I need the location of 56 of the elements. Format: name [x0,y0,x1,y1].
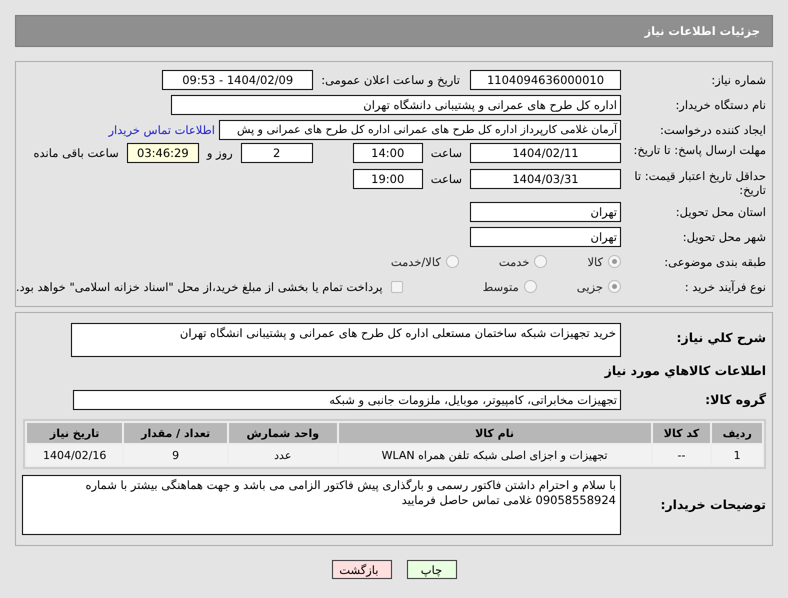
checkbox[interactable] [390,280,403,292]
print-button[interactable]: چاپ [406,560,456,579]
field-label: استان محل تحویل: [674,204,766,218]
radio-option[interactable]: خدمت [498,254,548,268]
column-header: کد کالا [652,423,710,443]
field-label: تاریخ و ساعت اعلان عمومی: [321,72,460,86]
province-field: تهران [470,202,621,222]
deadline-date-field: 1404/02/11 [470,143,621,163]
city-field: تهران [470,226,621,246]
column-header: نام کالا [338,423,651,443]
time-label: ساعت [430,171,462,188]
field-label: شرح کلي نیاز: [676,331,766,345]
table-cell: -- [652,445,710,465]
field-label: ایجاد کننده درخواست: [659,122,766,136]
field-label: شهر محل تحویل: [682,230,766,244]
remaining-label: ساعت باقی مانده [34,145,119,162]
time-label: ساعت [430,145,462,162]
radio-option[interactable]: کالا/خدمت [390,254,459,268]
column-header: تاریخ نیاز [27,423,122,443]
buyer-field: اداره کل طرح های عمرانی و پشتیبانی دانشگاه تهران [171,94,621,114]
description-textarea[interactable]: خرید تجهیزات شبکه ساختمان مستعلی اداره کل طرح های عمرانی و پشتیبانی انشگاه تهران [71,323,621,357]
days-label: روز و [206,145,233,162]
column-header: تعداد / مقدار [124,423,228,443]
table-cell: 9 [124,445,228,465]
buyer-contact-link[interactable]: اطلاعات تماس خریدار [108,122,215,136]
field-label: مهلت ارسال پاسخ: تا تاریخ: [632,143,766,157]
days-field: 2 [240,143,313,163]
validity-time-field: 19:00 [352,169,423,189]
field-label: حداقل تاریخ اعتبار قیمت: تا تاریخ: [633,169,766,197]
creator-field: آرمان غلامی کارپرداز اداره کل طرح های عمرانی اداره کل طرح های عمرانی و پش [219,120,621,140]
field-label: شماره نیاز: [710,72,766,86]
field-label: گروه کالا: [704,392,766,406]
page-header: جزئیات اطلاعات نیاز [15,15,773,47]
table-cell: عدد [229,445,337,465]
announce-date-field: 1404/02/09 - 09:53 [162,70,314,90]
radio-option[interactable]: جزیی [576,280,621,294]
deadline-time-field: 14:00 [352,143,423,163]
field-label: نوع فرآیند خرید : [684,280,766,294]
section-heading: اطلاعات کالاهاي مورد نیاز [603,363,766,378]
field-label: نام دستگاه خریدار: [674,98,766,112]
radio-option[interactable]: متوسط [482,280,537,294]
table-cell: 1404/02/16 [27,445,122,465]
need-number-field: 1104094636000010 [470,70,621,90]
back-button[interactable]: بازگشت [332,560,392,579]
checkbox-label: پرداخت تمام یا بخشی از مبلغ خرید،از محل "اسناد خزانه اسلامی" خواهد بود. [16,278,383,296]
table-cell: تجهیزات و اجزای اصلی شبکه تلفن همراه WLAN [338,445,651,465]
field-label: طبقه بندی موضوعی: [663,254,766,268]
radio-option[interactable]: کالا [587,254,621,268]
notes-textarea[interactable]: با سلام و احترام داشتن فاکتور رسمی و بارگذاری پیش فاکتور الزامی می باشد و جهت هماهنگی بیشتر با شماره 09058558924 غلامی تماس حاصل فرمایید [22,475,621,535]
remaining-time-field: 03:46:29 [126,143,199,163]
goods-group-field: تجهیزات مخابراتی، کامپیوتر، موبایل، ملزومات جانبی و شبکه [73,390,621,410]
field-label: توضیحات خریدار: [659,498,766,512]
column-header: واحد شمارش [229,423,337,443]
table-cell: 1 [712,445,762,465]
column-header: ردیف [712,423,762,443]
validity-date-field: 1404/03/31 [470,169,621,189]
